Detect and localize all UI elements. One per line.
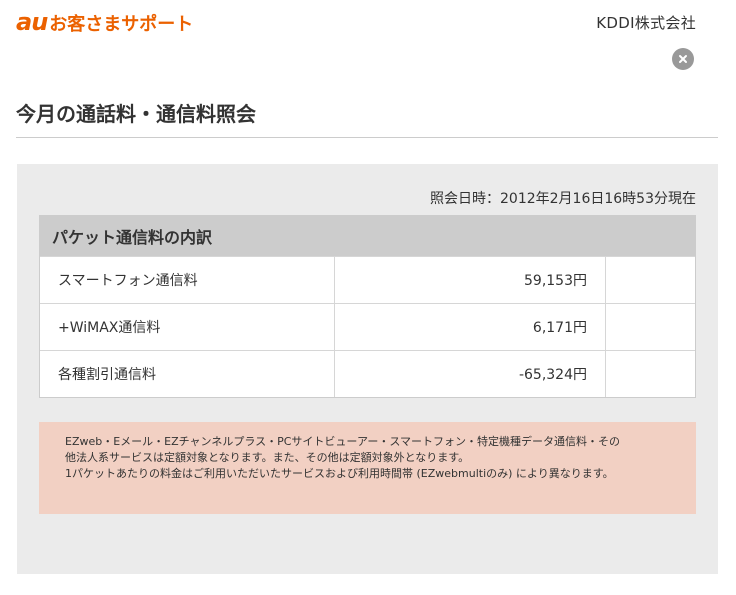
title-divider (16, 137, 718, 138)
au-logo-mark: au (16, 8, 48, 36)
packet-fee-breakdown-table: パケット通信料の内訳 スマートフォン通信料 59,153円 +WiMAX通信料 … (39, 215, 696, 398)
fee-amount: 59,153円 (335, 257, 606, 303)
fee-amount: -65,324円 (335, 351, 606, 397)
empty-cell (606, 257, 695, 303)
support-logo-text: お客さまサポート (49, 14, 194, 35)
inquiry-timestamp: 照会日時：2012年2月16日16時53分現在 (430, 191, 696, 207)
close-icon (679, 55, 687, 63)
notice-line: 1パケットあたりの料金はご利用いただいたサービスおよび利用時間帯 (EZwebm… (65, 467, 614, 480)
company-name: KDDI株式会社 (596, 14, 696, 32)
table-row: スマートフォン通信料 59,153円 (40, 256, 695, 303)
page-title: 今月の通話料・通信料照会 (16, 102, 256, 126)
notice-line: 他法人系サービスは定額対象となります。また、その他は定額対象外となります。 (65, 451, 470, 464)
billing-panel: 照会日時：2012年2月16日16時53分現在 パケット通信料の内訳 スマートフ… (17, 164, 718, 574)
close-button[interactable] (672, 48, 694, 70)
notice-box: EZweb・Eメール・EZチャンネルプラス・PCサイトビューアー・スマートフォン… (39, 422, 696, 514)
fee-label: +WiMAX通信料 (40, 304, 335, 350)
table-row: 各種割引通信料 -65,324円 (40, 350, 695, 397)
table-row: +WiMAX通信料 6,171円 (40, 303, 695, 350)
empty-cell (606, 351, 695, 397)
fee-label: スマートフォン通信料 (40, 257, 335, 303)
breakdown-table-title: パケット通信料の内訳 (40, 216, 695, 256)
notice-line: EZweb・Eメール・EZチャンネルプラス・PCサイトビューアー・スマートフォン… (65, 435, 620, 448)
fee-amount: 6,171円 (335, 304, 606, 350)
empty-cell (606, 304, 695, 350)
fee-label: 各種割引通信料 (40, 351, 335, 397)
au-logo: au お客さまサポート (16, 8, 193, 36)
